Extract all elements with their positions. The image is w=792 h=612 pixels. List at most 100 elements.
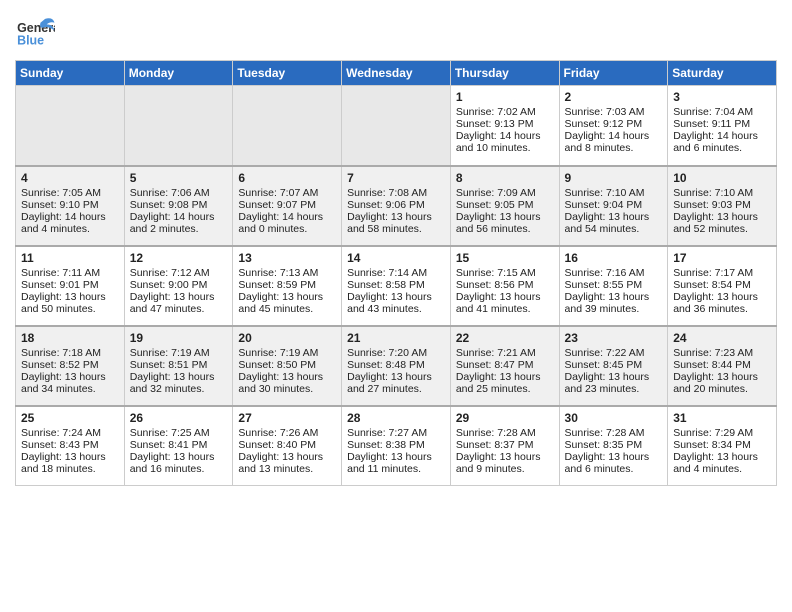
day-info: Sunset: 8:41 PM (130, 439, 228, 451)
day-info: Sunset: 9:01 PM (21, 279, 119, 291)
day-info: Sunset: 9:13 PM (456, 118, 554, 130)
day-info: Sunset: 8:40 PM (238, 439, 336, 451)
day-info: Daylight: 13 hours (238, 371, 336, 383)
day-number: 10 (673, 171, 771, 185)
calendar-cell: 21Sunrise: 7:20 AMSunset: 8:48 PMDayligh… (342, 326, 451, 406)
day-info: Sunrise: 7:29 AM (673, 427, 771, 439)
day-info: Sunset: 8:38 PM (347, 439, 445, 451)
calendar-cell: 30Sunrise: 7:28 AMSunset: 8:35 PMDayligh… (559, 406, 668, 486)
page-header: General Blue (15, 15, 777, 50)
col-header-monday: Monday (124, 61, 233, 86)
calendar-cell: 28Sunrise: 7:27 AMSunset: 8:38 PMDayligh… (342, 406, 451, 486)
day-info: Sunrise: 7:06 AM (130, 187, 228, 199)
calendar-cell: 27Sunrise: 7:26 AMSunset: 8:40 PMDayligh… (233, 406, 342, 486)
logo-icon: General Blue (15, 15, 55, 50)
day-info: and 18 minutes. (21, 463, 119, 475)
day-number: 28 (347, 411, 445, 425)
day-info: Sunrise: 7:11 AM (21, 267, 119, 279)
day-number: 27 (238, 411, 336, 425)
day-info: Sunset: 8:45 PM (565, 359, 663, 371)
calendar-cell: 10Sunrise: 7:10 AMSunset: 9:03 PMDayligh… (668, 166, 777, 246)
week-row-5: 25Sunrise: 7:24 AMSunset: 8:43 PMDayligh… (16, 406, 777, 486)
day-info: Sunrise: 7:19 AM (130, 347, 228, 359)
day-info: Sunrise: 7:27 AM (347, 427, 445, 439)
calendar-cell: 4Sunrise: 7:05 AMSunset: 9:10 PMDaylight… (16, 166, 125, 246)
day-info: Sunrise: 7:03 AM (565, 106, 663, 118)
day-info: Daylight: 14 hours (130, 211, 228, 223)
day-info: Sunrise: 7:04 AM (673, 106, 771, 118)
day-info: Sunset: 9:12 PM (565, 118, 663, 130)
calendar-cell: 25Sunrise: 7:24 AMSunset: 8:43 PMDayligh… (16, 406, 125, 486)
day-info: and 39 minutes. (565, 303, 663, 315)
day-info: Sunrise: 7:07 AM (238, 187, 336, 199)
day-info: Daylight: 13 hours (565, 371, 663, 383)
day-number: 5 (130, 171, 228, 185)
calendar-cell: 23 Sunrise: 7:22 AMSunset: 8:45 PMDayligh… (559, 326, 668, 406)
day-number: 29 (456, 411, 554, 425)
day-number: 8 (456, 171, 554, 185)
day-number: 20 (238, 331, 336, 345)
week-row-1: 1 Sunrise: 7:02 AMSunset: 9:13 PMDaylight… (16, 86, 777, 166)
day-number: 12 (130, 251, 228, 265)
day-info: and 20 minutes. (673, 383, 771, 395)
day-info: Sunrise: 7:08 AM (347, 187, 445, 199)
day-number: 11 (21, 251, 119, 265)
day-info: Daylight: 14 hours (238, 211, 336, 223)
day-info: and 32 minutes. (130, 383, 228, 395)
day-info: Sunrise: 7:20 AM (347, 347, 445, 359)
day-number: 23 (565, 331, 663, 345)
calendar-cell: 12Sunrise: 7:12 AMSunset: 9:00 PMDayligh… (124, 246, 233, 326)
day-info: Sunset: 9:06 PM (347, 199, 445, 211)
calendar-cell: 20Sunrise: 7:19 AMSunset: 8:50 PMDayligh… (233, 326, 342, 406)
day-number: 7 (347, 171, 445, 185)
calendar-cell: 22Sunrise: 7:21 AMSunset: 8:47 PMDayligh… (450, 326, 559, 406)
calendar-cell (342, 86, 451, 166)
day-number: 19 (130, 331, 228, 345)
calendar-cell: 17Sunrise: 7:17 AMSunset: 8:54 PMDayligh… (668, 246, 777, 326)
day-number: 31 (673, 411, 771, 425)
day-info: Daylight: 14 hours (21, 211, 119, 223)
svg-text:Blue: Blue (17, 34, 44, 48)
day-number: 2 (565, 90, 663, 104)
day-info: and 4 minutes. (673, 463, 771, 475)
day-info: Sunrise: 7:17 AM (673, 267, 771, 279)
calendar-cell (124, 86, 233, 166)
day-info: and 11 minutes. (347, 463, 445, 475)
calendar-table: SundayMondayTuesdayWednesdayThursdayFrid… (15, 60, 777, 486)
day-info: Daylight: 13 hours (673, 371, 771, 383)
day-number: 1 (456, 90, 554, 104)
day-info: Sunrise: 7:13 AM (238, 267, 336, 279)
day-info: Sunset: 8:44 PM (673, 359, 771, 371)
calendar-cell: 31Sunrise: 7:29 AMSunset: 8:34 PMDayligh… (668, 406, 777, 486)
day-number: 15 (456, 251, 554, 265)
day-info: and 34 minutes. (21, 383, 119, 395)
day-info: Daylight: 13 hours (456, 451, 554, 463)
day-info: Sunset: 9:03 PM (673, 199, 771, 211)
calendar-cell: 19Sunrise: 7:19 AMSunset: 8:51 PMDayligh… (124, 326, 233, 406)
calendar-cell: 3Sunrise: 7:04 AMSunset: 9:11 PMDaylight… (668, 86, 777, 166)
calendar-cell: 15Sunrise: 7:15 AMSunset: 8:56 PMDayligh… (450, 246, 559, 326)
day-info: Sunset: 8:54 PM (673, 279, 771, 291)
day-number: 13 (238, 251, 336, 265)
day-info: Sunrise: 7:22 AM (565, 347, 663, 359)
day-info: Sunset: 8:55 PM (565, 279, 663, 291)
week-row-2: 4Sunrise: 7:05 AMSunset: 9:10 PMDaylight… (16, 166, 777, 246)
day-info: Sunset: 9:05 PM (456, 199, 554, 211)
day-info: Daylight: 14 hours (456, 130, 554, 142)
calendar-cell: 13Sunrise: 7:13 AMSunset: 8:59 PMDayligh… (233, 246, 342, 326)
calendar-cell: 18Sunrise: 7:18 AMSunset: 8:52 PMDayligh… (16, 326, 125, 406)
day-info: Daylight: 13 hours (347, 291, 445, 303)
day-info: Sunrise: 7:19 AM (238, 347, 336, 359)
col-header-friday: Friday (559, 61, 668, 86)
calendar-cell: 26Sunrise: 7:25 AMSunset: 8:41 PMDayligh… (124, 406, 233, 486)
day-info: Sunrise: 7:10 AM (565, 187, 663, 199)
header-row: SundayMondayTuesdayWednesdayThursdayFrid… (16, 61, 777, 86)
day-info: Sunset: 8:37 PM (456, 439, 554, 451)
day-info: Sunrise: 7:02 AM (456, 106, 554, 118)
day-info: Sunrise: 7:09 AM (456, 187, 554, 199)
day-info: and 23 minutes. (565, 383, 663, 395)
day-info: Sunrise: 7:05 AM (21, 187, 119, 199)
day-info: Daylight: 13 hours (21, 291, 119, 303)
day-info: and 16 minutes. (130, 463, 228, 475)
day-info: Daylight: 13 hours (130, 371, 228, 383)
